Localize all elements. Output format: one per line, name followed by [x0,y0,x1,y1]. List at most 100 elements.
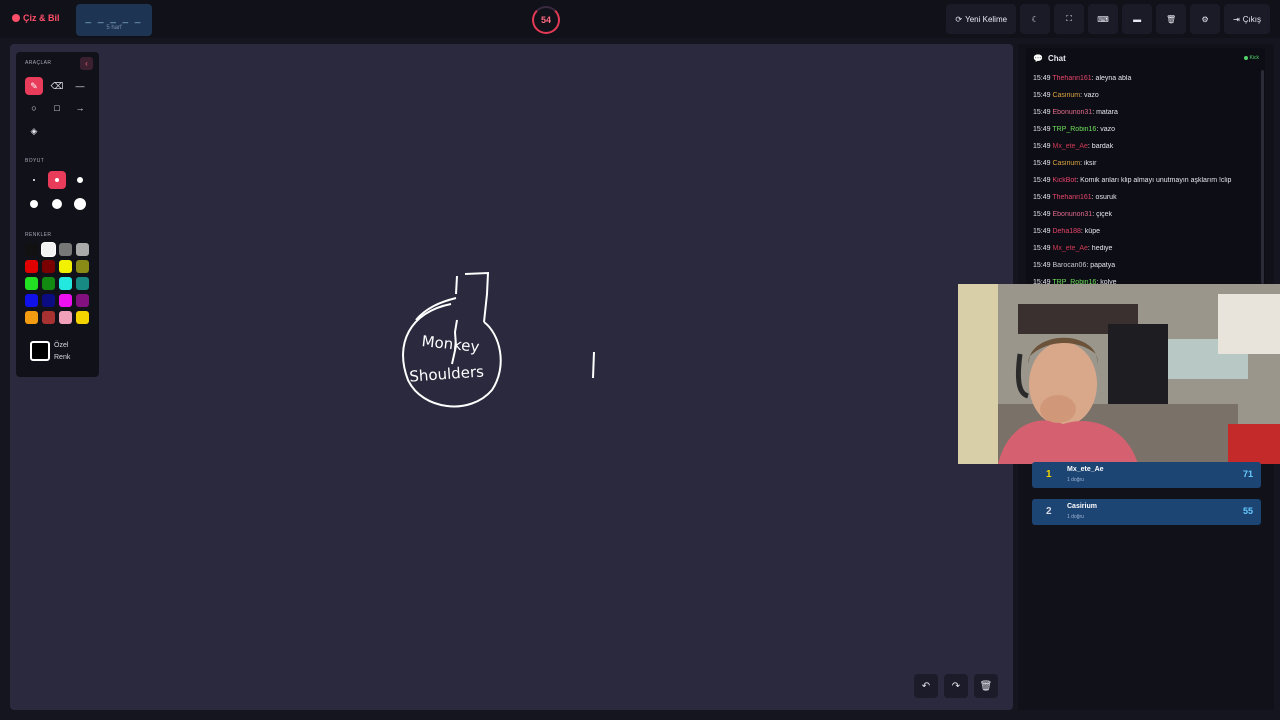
message-username[interactable]: KickBot [1052,177,1076,184]
drawing-canvas[interactable]: Monkey Shoulders ↶ ↷ 🗑 [10,44,1013,710]
webcam-overlay [958,284,1280,464]
message-username[interactable]: Mx_ete_Ae [1052,245,1087,252]
line-icon: — [75,81,85,91]
color-swatch[interactable] [42,277,55,290]
player-score: 71 [1242,469,1253,479]
expand-icon: ⛶ [1066,14,1072,23]
color-swatch[interactable] [76,260,89,273]
tool-panel: ARAÇLAR ‹ ✎ ⌫ — ○ □ → ◈ BOYUT RENKLER Öz… [16,52,99,377]
fill-tool[interactable]: ◈ [25,122,43,140]
color-swatch[interactable] [76,311,89,324]
gear-icon: ⚙ [1201,14,1209,24]
fullscreen-button[interactable]: ⛶ [1054,4,1085,34]
theme-toggle-button[interactable]: ☾ [1020,4,1051,34]
chat-message: 15:49 Ebonunon31: çiçek [1033,211,1265,228]
color-swatch[interactable] [59,311,72,324]
new-word-button[interactable]: ⟳ Yeni Kelime [946,4,1017,34]
message-text: : vazo [1080,92,1099,99]
size-option-2[interactable] [48,171,66,189]
panel-toggle-button[interactable]: ▬ [1122,4,1153,34]
keyboard-icon: ⌨ [1097,14,1109,24]
line-tool[interactable]: — [71,77,89,95]
size-option-3[interactable] [71,171,89,189]
message-username[interactable]: Ebonunon31 [1052,109,1092,116]
canvas-actions: ↶ ↷ 🗑 [914,674,998,698]
redo-button[interactable]: ↷ [944,674,968,698]
circle-tool[interactable]: ○ [25,99,43,117]
color-swatch[interactable] [59,277,72,290]
exit-button[interactable]: ⇥ Çıkış [1224,4,1270,34]
chat-message: 15:49 Casirium: iksir [1033,160,1265,177]
top-bar: Çiz & Bil _ _ _ _ _ 5 harf 54 ⟳ Yeni Kel… [0,0,1280,38]
word-mask: _ _ _ _ _ [85,13,143,24]
color-swatch[interactable] [25,277,38,290]
pen-icon: ✎ [30,80,38,91]
keyboard-button[interactable]: ⌨ [1088,4,1119,34]
color-swatch[interactable] [76,243,89,256]
round-timer: 54 [532,6,560,34]
pen-tool[interactable]: ✎ [25,77,43,95]
eraser-tool[interactable]: ⌫ [48,77,66,95]
color-swatch[interactable] [59,243,72,256]
player-correct-count: 1 doğru [1067,477,1084,483]
color-swatch[interactable] [59,260,72,273]
size-option-1[interactable] [25,171,43,189]
message-username[interactable]: Thehanri161 [1052,75,1091,82]
chat-message: 15:49 KickBot: Komik anları klip almayı … [1033,177,1265,194]
arrow-right-icon: → [75,103,85,113]
color-swatch[interactable] [42,243,55,256]
trash-icon: 🗑 [979,680,993,692]
color-swatch[interactable] [59,294,72,307]
message-username[interactable]: Ebonunon31 [1052,211,1092,218]
refresh-icon: ⟳ [955,14,963,24]
arrow-tool[interactable]: → [71,99,89,117]
color-swatch[interactable] [25,260,38,273]
player-rank: 2 [1046,506,1052,517]
clear-canvas-button[interactable]: 🗑 [974,674,998,698]
message-username[interactable]: Casirium [1052,160,1080,167]
message-time: 15:49 [1033,262,1051,269]
color-swatch[interactable] [42,294,55,307]
color-swatch[interactable] [25,311,38,324]
custom-color-button[interactable] [30,341,50,361]
message-username[interactable]: Deha188 [1052,228,1080,235]
message-username[interactable]: Thehanri161 [1052,194,1091,201]
drawing-text-line1: Monkey [421,332,481,356]
clear-all-button[interactable]: 🗑 [1156,4,1187,34]
new-word-label: Yeni Kelime [965,14,1008,24]
rectangle-tool[interactable]: □ [48,99,66,117]
undo-button[interactable]: ↶ [914,674,938,698]
leaderboard-entry: 1 Mx_ete_Ae 1 doğru 71 [1032,462,1261,488]
message-time: 15:49 [1033,228,1051,235]
size-option-4[interactable] [25,195,43,213]
word-hint-box: _ _ _ _ _ 5 harf [76,4,152,36]
app-logo[interactable]: Çiz & Bil [12,13,60,23]
chat-scrollbar[interactable] [1261,70,1264,284]
color-swatch[interactable] [25,294,38,307]
color-swatch[interactable] [42,260,55,273]
size-option-6[interactable] [71,195,89,213]
message-username[interactable]: Mx_ete_Ae [1052,143,1087,150]
color-swatch[interactable] [76,277,89,290]
message-text: : aleyna abla [1091,75,1132,82]
message-username[interactable]: Casirium [1052,92,1080,99]
collapse-panel-button[interactable]: ‹ [80,57,93,70]
settings-button[interactable]: ⚙ [1190,4,1221,34]
message-username[interactable]: TRP_Robin16 [1052,126,1096,133]
eraser-icon: ⌫ [50,80,64,91]
undo-icon: ↶ [921,680,931,692]
message-text: : iksir [1080,160,1097,167]
chat-message: 15:49 Thehanri161: aleyna abla [1033,75,1265,92]
message-username[interactable]: Barocan06 [1052,262,1086,269]
color-swatch[interactable] [76,294,89,307]
player-score: 55 [1242,506,1253,516]
custom-color-label-line2: Renk [54,354,71,361]
chat-message: 15:49 Deha188: küpe [1033,228,1265,245]
message-time: 15:49 [1033,75,1051,82]
size-option-5[interactable] [48,195,66,213]
chat-message: 15:49 Barocan06: papatya [1033,262,1265,279]
message-text: : matara [1092,109,1118,116]
color-swatch[interactable] [42,311,55,324]
color-swatch[interactable] [25,243,38,256]
leaderboard-entry: 2 Casirium 1 doğru 55 [1032,499,1261,525]
